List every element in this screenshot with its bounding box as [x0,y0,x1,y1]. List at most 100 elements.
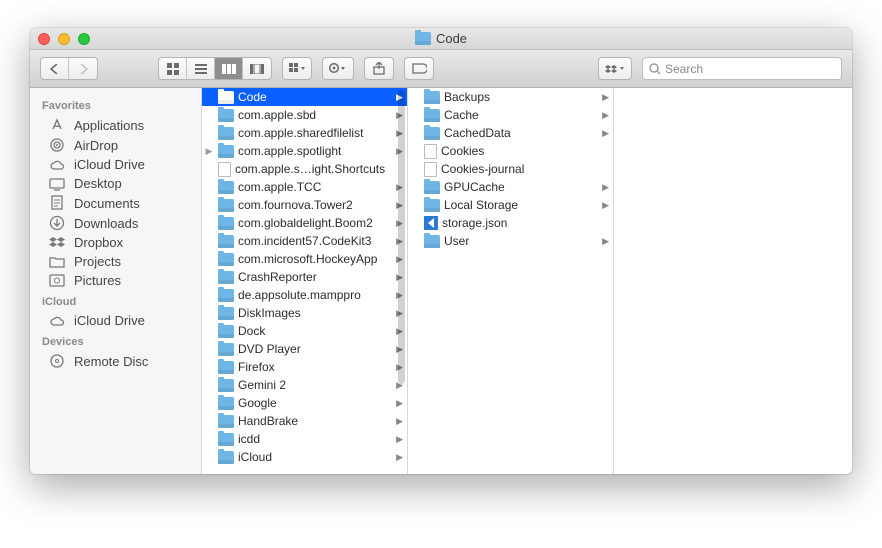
file-icon [424,144,437,159]
folder-icon [424,181,440,194]
sidebar-item[interactable]: Applications [30,115,201,135]
file-name: com.globaldelight.Boom2 [238,216,391,230]
file-row[interactable]: Gemini 2▶ [202,376,407,394]
file-row[interactable]: com.globaldelight.Boom2▶ [202,214,407,232]
minimize-button[interactable] [58,33,70,45]
arrange-button[interactable] [282,57,312,80]
file-name: Gemini 2 [238,378,391,392]
file-name: icdd [238,432,391,446]
file-row[interactable]: User▶ [408,232,613,250]
sidebar-item[interactable]: Desktop [30,174,201,193]
dropbox-button[interactable] [598,57,632,80]
file-row[interactable]: com.apple.s…ight.Shortcuts [202,160,407,178]
file-row[interactable]: Cookies-journal [408,160,613,178]
file-name: Cache [444,108,597,122]
file-row[interactable]: com.microsoft.HockeyApp▶ [202,250,407,268]
sidebar-item[interactable]: iCloud Drive [30,311,201,330]
cloud-icon [48,158,66,172]
file-name: Dock [238,324,391,338]
file-name: Firefox [238,360,391,374]
file-row[interactable]: Cache▶ [408,106,613,124]
file-row[interactable]: com.apple.sbd▶ [202,106,407,124]
file-row[interactable]: ▶com.apple.spotlight▶ [202,142,407,160]
chevron-right-icon: ▶ [601,128,609,139]
title-bar[interactable]: Code [30,28,852,50]
folder-icon [424,199,440,212]
back-button[interactable] [41,58,69,79]
file-name: com.apple.s…ight.Shortcuts [235,162,391,176]
sidebar-header: iCloud [30,290,201,311]
folder-icon [218,343,234,356]
view-icons-button[interactable] [159,58,187,79]
file-row[interactable]: DVD Player▶ [202,340,407,358]
doc-icon [48,195,66,211]
file-name: com.apple.spotlight [238,144,391,158]
folder-icon [218,109,234,122]
sidebar-item[interactable]: Documents [30,193,201,213]
search-placeholder: Search [665,62,703,76]
tags-button[interactable] [404,57,434,80]
expand-arrow-icon: ▶ [204,146,214,157]
sidebar-item[interactable]: Dropbox [30,233,201,252]
sidebar-item[interactable]: AirDrop [30,135,201,155]
action-button[interactable] [322,57,354,80]
sidebar-item-label: Projects [74,254,121,269]
file-row[interactable]: com.fournova.Tower2▶ [202,196,407,214]
file-row[interactable]: Google▶ [202,394,407,412]
file-name: CachedData [444,126,597,140]
close-button[interactable] [38,33,50,45]
file-name: com.microsoft.HockeyApp [238,252,391,266]
file-row[interactable]: CachedData ▶ [408,124,613,142]
app-icon [48,117,66,133]
cloud-icon [48,314,66,328]
sidebar-item-label: AirDrop [74,138,118,153]
sidebar-item[interactable]: Projects [30,252,201,271]
folder-icon [424,235,440,248]
zoom-button[interactable] [78,33,90,45]
finder-window: Code Search FavoritesApplicationsAirDrop… [30,28,852,474]
column: Backups▶Cache▶ CachedData ▶ CookiesCookies-… [408,88,614,474]
file-row[interactable]: Cookies [408,142,613,160]
folder-icon [218,235,234,248]
file-row[interactable]: DiskImages▶ [202,304,407,322]
file-row[interactable]: Local Storage▶ [408,196,613,214]
file-row[interactable]: iCloud▶ [202,448,407,466]
file-name: DiskImages [238,306,391,320]
file-row[interactable]: com.incident57.CodeKit3▶ [202,232,407,250]
file-name: com.incident57.CodeKit3 [238,234,391,248]
view-list-button[interactable] [187,58,215,79]
file-name: com.apple.TCC [238,180,391,194]
file-row[interactable]: storage.json [408,214,613,232]
file-row[interactable]: HandBrake▶ [202,412,407,430]
file-row[interactable]: de.appsolute.mamppro▶ [202,286,407,304]
file-name: de.appsolute.mamppro [238,288,391,302]
sidebar-item-label: Pictures [74,273,121,288]
sidebar-item[interactable]: iCloud Drive [30,155,201,174]
search-field[interactable]: Search [642,57,842,80]
file-row[interactable]: Backups▶ [408,88,613,106]
file-name: com.apple.sbd [238,108,391,122]
file-row[interactable]: Firefox▶ [202,358,407,376]
file-row[interactable]: Dock▶ [202,322,407,340]
file-row[interactable]: com.apple.sharedfilelist▶ [202,124,407,142]
file-row[interactable]: icdd▶ [202,430,407,448]
down-icon [48,215,66,231]
folder-icon [218,433,234,446]
sidebar-item[interactable]: Remote Disc [30,351,201,371]
file-row[interactable]: GPUCache▶ [408,178,613,196]
file-row[interactable]: com.apple.TCC▶ [202,178,407,196]
forward-button[interactable] [69,58,97,79]
file-row[interactable]: CrashReporter▶ [202,268,407,286]
folder-icon [218,199,234,212]
file-icon [218,162,231,177]
view-columns-button[interactable] [215,58,243,79]
share-button[interactable] [364,57,394,80]
scrollbar[interactable] [398,90,405,384]
column-view: Code▶com.apple.sbd▶com.apple.sharedfilel… [202,88,852,474]
file-icon [424,162,437,177]
view-gallery-button[interactable] [243,58,271,79]
folder-icon [218,217,234,230]
file-row[interactable]: Code▶ [202,88,407,106]
sidebar-item[interactable]: Pictures [30,271,201,290]
sidebar-item[interactable]: Downloads [30,213,201,233]
